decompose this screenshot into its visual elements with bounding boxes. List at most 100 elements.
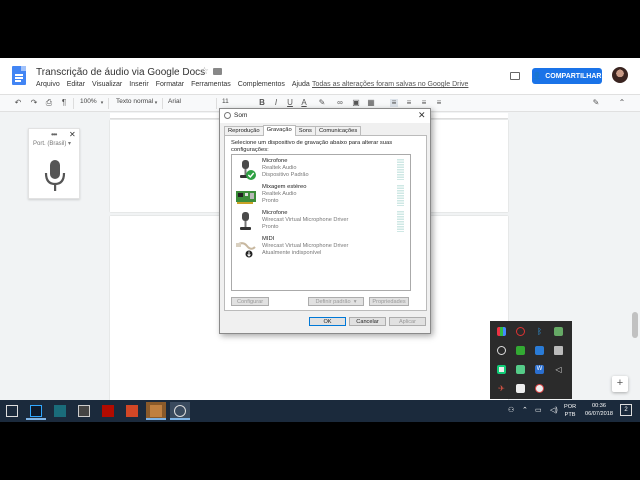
device-status: Atualmente indisponível <box>262 250 322 256</box>
taskbar-calculator[interactable] <box>74 402 94 420</box>
scrollbar[interactable] <box>632 312 638 338</box>
avatar[interactable] <box>612 67 628 83</box>
app-icon[interactable] <box>516 384 525 393</box>
antivirus-icon[interactable] <box>535 384 544 393</box>
clock[interactable]: 00:36 06/07/2018 <box>582 402 616 418</box>
font-select[interactable]: Arial <box>168 98 181 105</box>
underline-icon[interactable]: U <box>286 99 294 107</box>
list-item[interactable]: Microfone Realtek Audio Dispositivo Padr… <box>232 157 410 183</box>
save-status-link[interactable]: Todas as alterações foram salvas no Goog… <box>312 81 468 88</box>
tray-overflow-popup: ᛒ W ◁ ✈ <box>490 321 572 399</box>
align-right-icon[interactable]: ≡ <box>420 99 428 107</box>
menu-file[interactable]: Arquivo <box>36 81 60 88</box>
network-icon[interactable]: ▭ <box>535 406 542 414</box>
menu-insert[interactable]: Inserir <box>129 81 148 88</box>
menu-help[interactable]: Ajuda <box>292 81 310 88</box>
app-icon[interactable] <box>497 365 506 374</box>
text-color-icon[interactable]: A <box>300 99 308 107</box>
link-icon[interactable]: ∞ <box>336 99 344 107</box>
taskbar-app-active[interactable] <box>146 402 166 420</box>
bold-icon[interactable]: B <box>258 99 266 107</box>
star-icon[interactable]: ☆ <box>200 66 209 77</box>
comments-icon[interactable] <box>510 72 520 80</box>
desktop-screen: Transcrição de áudio via Google Docs ☆ A… <box>0 58 640 422</box>
list-item[interactable]: Microfone Wirecast Virtual Microphone Dr… <box>232 209 410 235</box>
powerpoint-icon <box>126 405 138 417</box>
align-center-icon[interactable]: ≡ <box>405 99 413 107</box>
image-icon[interactable]: ▦ <box>367 99 375 107</box>
people-icon[interactable]: ⚇ <box>508 406 514 414</box>
network-drive-icon[interactable] <box>554 346 563 355</box>
docs-header: Transcrição de áudio via Google Docs ☆ A… <box>0 58 640 94</box>
apply-button[interactable]: Aplicar <box>389 317 426 326</box>
app-icon <box>54 405 66 417</box>
font-size-select[interactable]: 11 <box>222 98 229 105</box>
close-icon[interactable]: ✕ <box>418 110 426 121</box>
comment-add-icon[interactable]: ▣ <box>352 99 360 107</box>
taskbar-powerpoint[interactable] <box>122 402 142 420</box>
ok-button[interactable]: OK <box>309 317 346 326</box>
app-icon[interactable] <box>535 346 544 355</box>
taskbar-photoshop[interactable] <box>26 402 46 420</box>
voice-language-select[interactable]: Port. (Brasil) ▾ <box>33 140 71 147</box>
add-page-button[interactable]: + <box>612 376 628 392</box>
paragraph-style-select[interactable]: Texto normal <box>116 98 153 105</box>
tool-icon[interactable]: ✈ <box>497 384 506 393</box>
level-meter <box>397 185 404 206</box>
align-left-icon[interactable]: ≡ <box>390 99 398 107</box>
folder-icon[interactable] <box>213 68 222 75</box>
configure-button[interactable]: Configurar <box>231 297 269 306</box>
task-view-button[interactable] <box>2 402 22 420</box>
list-item[interactable]: Mixagem estéreo Realtek Audio Pronto <box>232 183 410 209</box>
taskbar-sound[interactable] <box>170 402 190 420</box>
menu-tools[interactable]: Ferramentas <box>191 81 231 88</box>
sound-dialog: Som ✕ Reprodução Gravação Sons Comunicaç… <box>219 108 431 334</box>
italic-icon[interactable]: I <box>272 99 280 107</box>
set-default-button[interactable]: Definir padrão ▾ <box>308 297 364 306</box>
redo-icon[interactable]: ↷ <box>30 99 38 107</box>
align-justify-icon[interactable]: ≡ <box>435 99 443 107</box>
editing-mode-icon[interactable]: ✎ <box>592 99 600 107</box>
menu-format[interactable]: Formatar <box>156 81 184 88</box>
collapse-icon[interactable]: ⌃ <box>618 99 626 107</box>
share-label: COMPARTILHAR <box>545 72 602 80</box>
properties-button[interactable]: Propriedades <box>369 297 409 306</box>
record-icon[interactable] <box>516 327 525 336</box>
sync-icon[interactable] <box>497 346 506 355</box>
speaker-icon[interactable]: ◁ <box>554 365 563 374</box>
notification-center-icon[interactable]: 2 <box>620 404 632 416</box>
print-icon[interactable]: ⎙ <box>45 99 53 107</box>
word-icon[interactable]: W <box>535 365 544 374</box>
file-explorer-icon <box>6 405 18 417</box>
cancel-button[interactable]: Cancelar <box>349 317 386 326</box>
highlight-icon[interactable]: ✎ <box>318 99 326 107</box>
microphone-icon[interactable] <box>42 159 68 193</box>
midi-cable-icon <box>236 242 256 258</box>
close-icon[interactable]: ✕ <box>69 130 76 139</box>
share-button[interactable]: 👤 COMPARTILHAR <box>532 68 602 84</box>
color-app-icon[interactable] <box>497 327 506 336</box>
language-indicator[interactable]: POR PTB <box>564 403 576 419</box>
taskbar-app[interactable] <box>50 402 70 420</box>
volume-icon[interactable]: ◁) <box>550 406 558 414</box>
chevron-down-icon: ▾ <box>154 100 158 106</box>
chevron-up-icon[interactable]: ⌃ <box>522 406 528 414</box>
bluetooth-icon[interactable]: ᛒ <box>535 327 544 336</box>
app-icon[interactable] <box>516 346 525 355</box>
menu-edit[interactable]: Editar <box>67 81 85 88</box>
undo-icon[interactable]: ↶ <box>14 99 22 107</box>
dialog-titlebar[interactable]: Som ✕ <box>220 109 430 123</box>
tab-recording[interactable]: Gravação <box>262 125 296 136</box>
taskbar-acrobat[interactable] <box>98 402 118 420</box>
google-docs-logo-icon[interactable] <box>12 66 26 85</box>
menu-addons[interactable]: Complementos <box>238 81 285 88</box>
list-item[interactable]: MIDI Wirecast Virtual Microphone Driver … <box>232 235 410 261</box>
device-driver: Wirecast Virtual Microphone Driver <box>262 243 349 249</box>
paint-format-icon[interactable]: ¶ <box>60 99 68 107</box>
menu-view[interactable]: Visualizar <box>92 81 122 88</box>
drag-handle-icon[interactable]: ••• <box>51 130 57 139</box>
app-icon[interactable] <box>516 365 525 374</box>
document-title[interactable]: Transcrição de áudio via Google Docs <box>36 67 205 78</box>
zoom-select[interactable]: 100% <box>80 98 97 105</box>
app-icon[interactable] <box>554 327 563 336</box>
